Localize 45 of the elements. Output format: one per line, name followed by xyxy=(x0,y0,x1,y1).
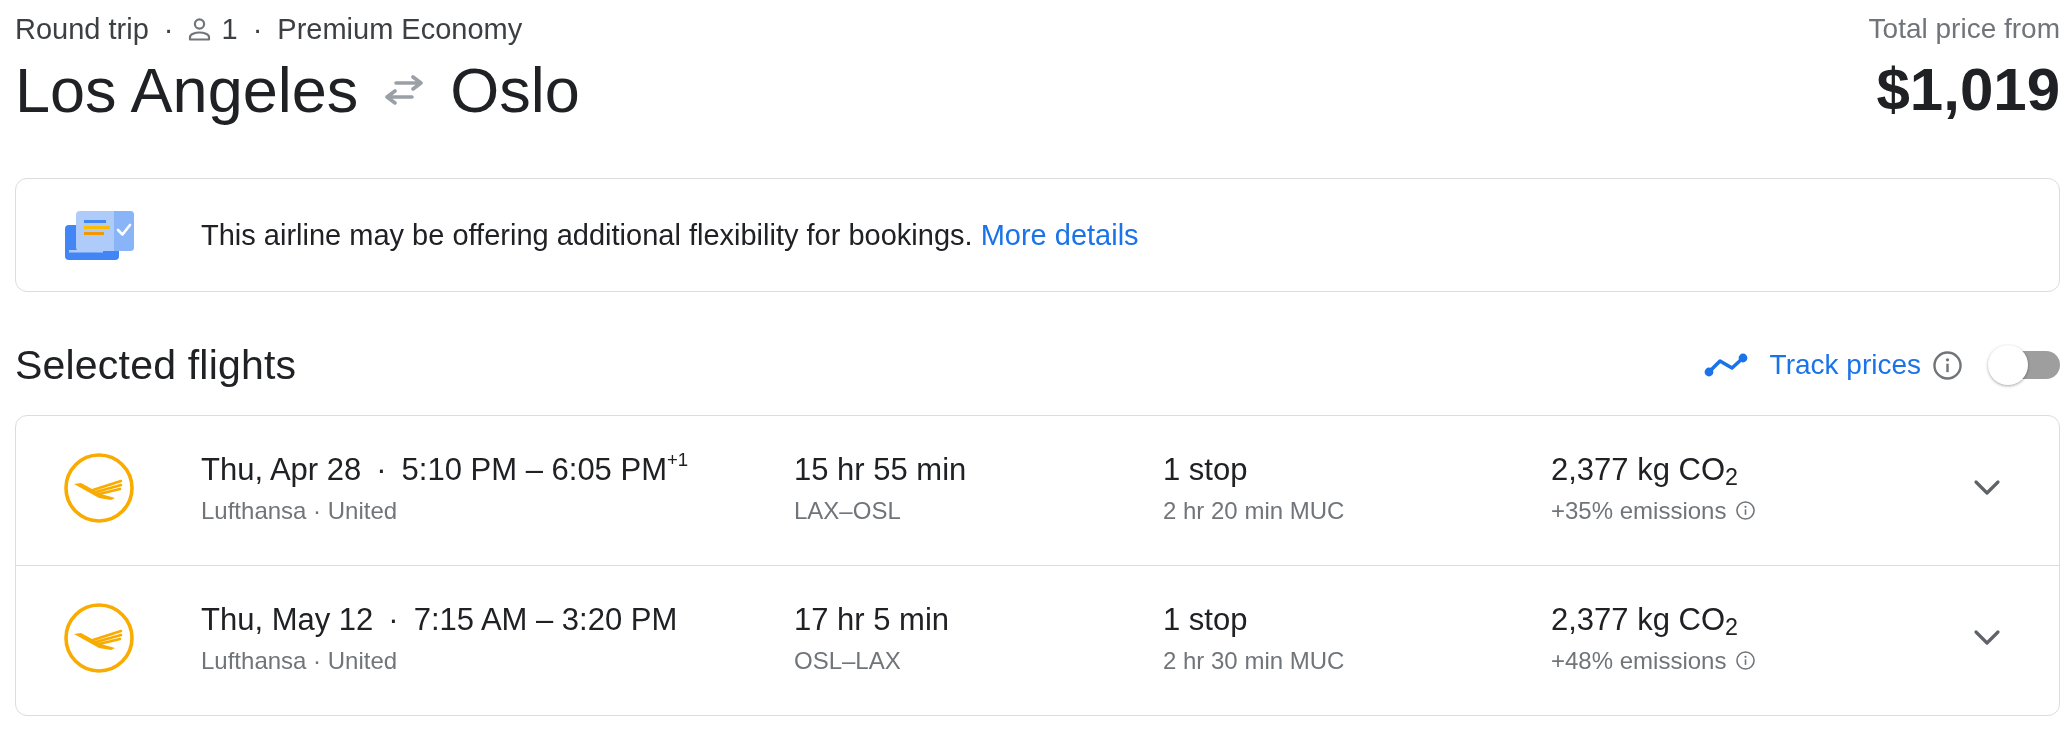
stop-count: 1 stop xyxy=(1163,450,1248,489)
flight-date: Thu, Apr 28 xyxy=(201,451,362,487)
emissions-change: +35% emissions xyxy=(1551,495,1727,526)
separator-dot: · xyxy=(163,12,174,46)
co2-emissions: 2,377 kg CO$_{2}$ xyxy=(1551,450,1738,490)
cards-check-icon xyxy=(65,209,135,261)
separator-dot: · xyxy=(252,12,263,46)
banner-message: This airline may be offering additional flexibility for bookings. More details xyxy=(201,218,1139,252)
separator-dot: · xyxy=(376,451,387,487)
person-icon xyxy=(188,17,212,41)
track-prices-button[interactable]: Track prices xyxy=(1703,349,1921,381)
flight-duration: 17 hr 5 min xyxy=(794,600,950,639)
total-price: $1,019 xyxy=(1875,55,2060,125)
trip-type: Round trip xyxy=(15,12,149,46)
airline-names: Lufthansa · United xyxy=(201,495,398,526)
layover-info: 2 hr 30 min MUC xyxy=(1163,645,1345,676)
toggle-switch[interactable] xyxy=(1988,344,2060,386)
stop-count: 1 stop xyxy=(1163,600,1248,639)
layover-info: 2 hr 20 min MUC xyxy=(1163,495,1345,526)
cabin-class: Premium Economy xyxy=(277,12,523,46)
section-title: Selected flights xyxy=(15,341,297,389)
flight-duration: 15 hr 55 min xyxy=(794,450,967,489)
chevron-down-icon[interactable] xyxy=(1973,628,2001,647)
airport-route: OSL–LAX xyxy=(794,645,901,676)
chevron-down-icon[interactable] xyxy=(1973,478,2001,497)
flight-times: 5:10 PM – 6:05 PM$^{+1}$ xyxy=(401,451,689,487)
airline-names: Lufthansa · United xyxy=(201,645,398,676)
bird-logo-icon xyxy=(64,602,134,673)
flight-date: Thu, May 12 xyxy=(201,601,374,637)
destination-city: Oslo xyxy=(450,54,580,126)
airport-route: LAX–OSL xyxy=(794,495,901,526)
info-icon[interactable] xyxy=(1736,501,1756,520)
more-details-link[interactable]: More details xyxy=(980,218,1139,251)
separator-dot: · xyxy=(388,601,399,637)
origin-city: Los Angeles xyxy=(15,54,359,126)
trend-line-icon xyxy=(1703,353,1748,377)
passenger-count: 1 xyxy=(221,12,238,46)
price-label: Total price from xyxy=(1868,13,2060,45)
flight-times: 7:15 AM – 3:20 PM xyxy=(413,601,678,637)
info-icon[interactable] xyxy=(1933,350,1962,380)
emissions-change: +48% emissions xyxy=(1551,645,1727,676)
info-icon[interactable] xyxy=(1736,651,1756,670)
swap-arrows-icon xyxy=(384,75,425,105)
bird-logo-icon xyxy=(64,452,134,523)
co2-emissions: 2,377 kg CO$_{2}$ xyxy=(1551,600,1738,640)
